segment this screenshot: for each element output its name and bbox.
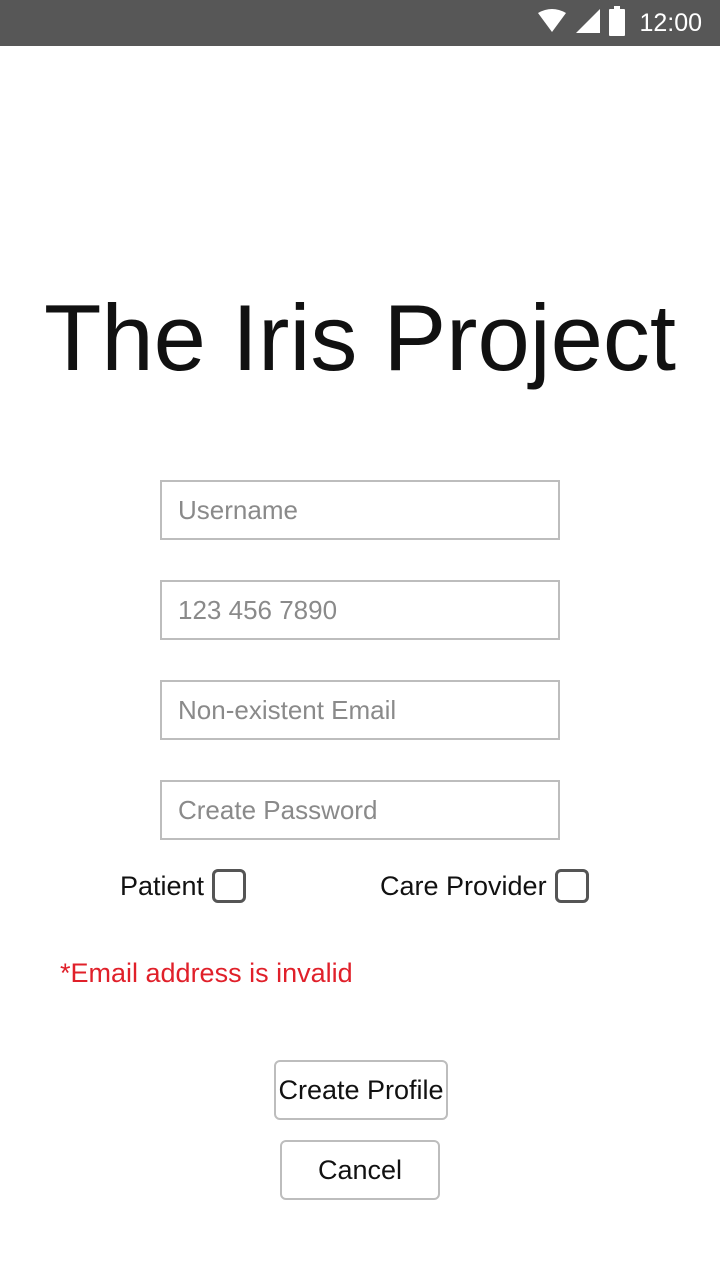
status-time: 12:00 [639, 8, 702, 37]
username-input[interactable] [160, 480, 560, 540]
email-error-message: *Email address is invalid [60, 958, 353, 988]
patient-label: Patient [120, 870, 205, 901]
care-provider-label: Care Provider [380, 870, 547, 901]
wifi-icon [537, 8, 567, 38]
status-icons: 12:00 [537, 0, 702, 46]
cancel-button[interactable]: Cancel [280, 1140, 440, 1200]
signal-icon [575, 8, 601, 39]
status-bar: 12:00 [0, 0, 720, 46]
email-input[interactable] [160, 680, 560, 740]
patient-option: Patient [120, 866, 247, 906]
phone-input[interactable] [160, 580, 560, 640]
battery-icon [609, 5, 626, 41]
care-provider-checkbox[interactable] [554, 869, 589, 903]
password-input[interactable] [160, 780, 560, 840]
app-title: The Iris Project [43, 285, 677, 390]
create-profile-button[interactable]: Create Profile [274, 1060, 448, 1120]
care-provider-option: Care Provider [380, 866, 589, 906]
screen: 12:00 The Iris Project Patient Care Prov… [0, 0, 720, 1280]
patient-checkbox[interactable] [212, 869, 247, 903]
